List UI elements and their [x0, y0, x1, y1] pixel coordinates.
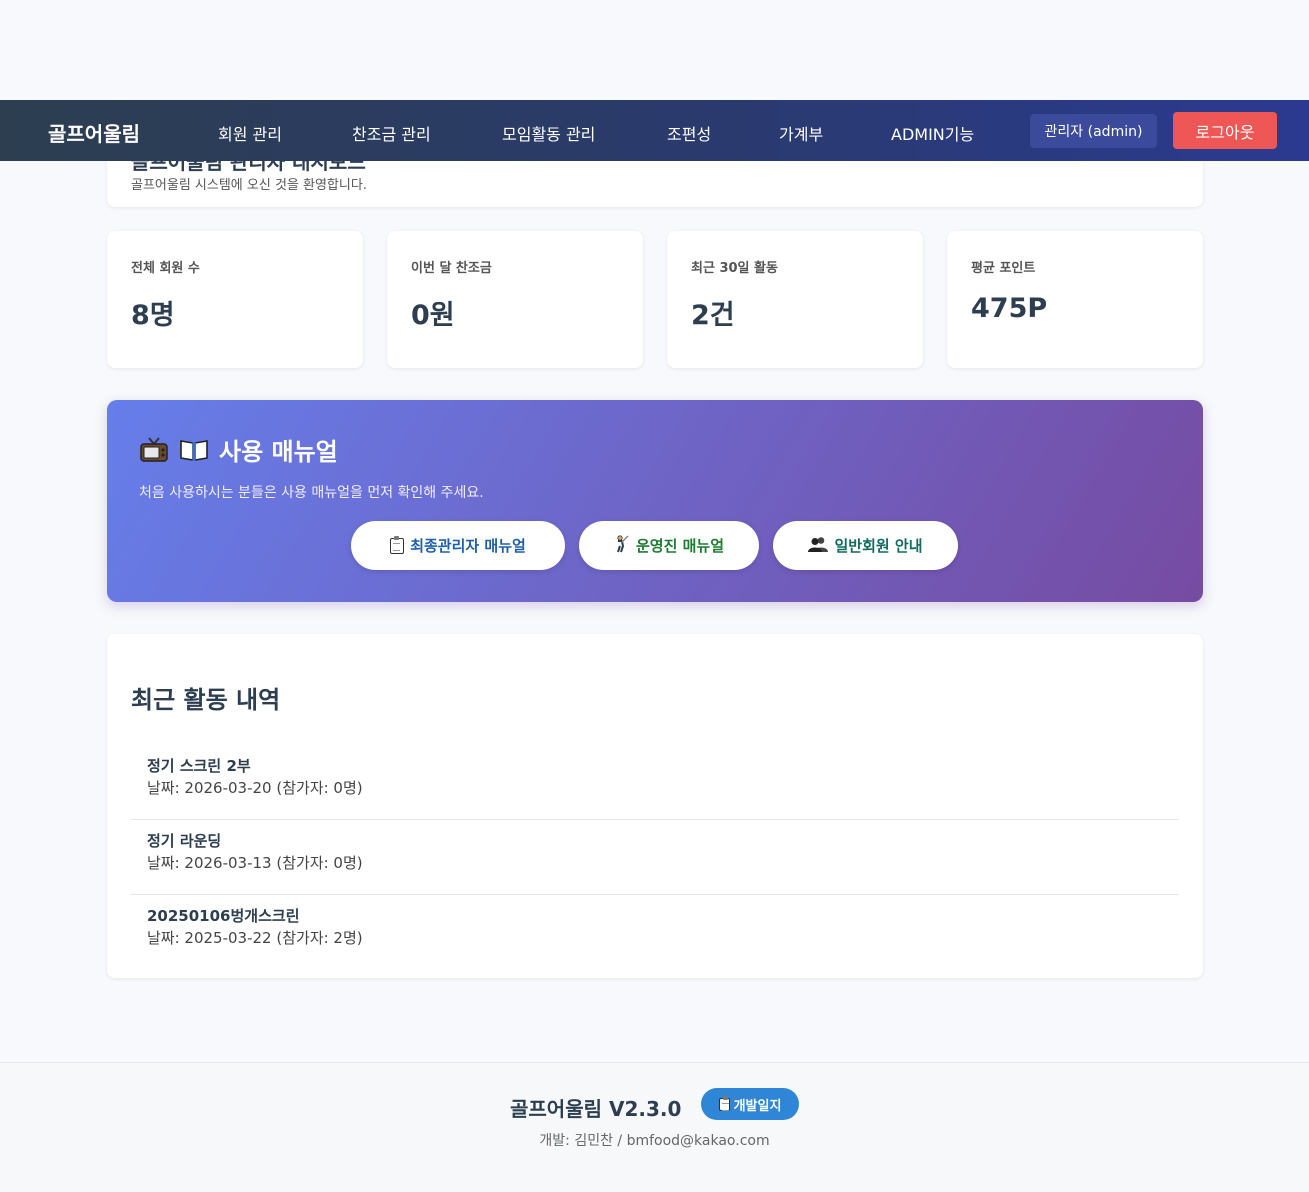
recent-activity-title: 최근 활동 내역	[131, 686, 281, 714]
stat-card-activities: 최근 30일 활동 2건	[667, 231, 923, 368]
activity-date: 날짜: 2025-03-22 (참가자: 2명)	[147, 929, 363, 947]
stat-card-points: 평균 포인트 475P	[947, 231, 1203, 368]
stat-card-sponsorship: 이번 달 찬조금 0원	[387, 231, 643, 368]
stat-value: 475P	[971, 293, 1048, 324]
list-item[interactable]: 정기 라운딩 날짜: 2026-03-13 (참가자: 0명)	[131, 820, 1179, 895]
clipboard-icon	[390, 535, 405, 554]
admin-manual-button[interactable]: 최종관리자 매뉴얼	[351, 521, 565, 570]
activity-name: 20250106벙개스크린	[147, 907, 300, 925]
user-badge: 관리자 (admin)	[1030, 114, 1157, 148]
manual-title: 사용 매뉴얼	[219, 438, 338, 466]
activity-name: 정기 스크린 2부	[147, 757, 251, 775]
devlog-button[interactable]: 개발일지	[701, 1088, 799, 1120]
devlog-label: 개발일지	[733, 1098, 782, 1114]
stat-value: 2건	[691, 300, 735, 331]
list-item[interactable]: 정기 스크린 2부 날짜: 2026-03-20 (참가자: 0명)	[131, 745, 1179, 820]
welcome-subtitle: 골프어울림 시스템에 오신 것을 환영합니다.	[131, 178, 367, 193]
activity-date: 날짜: 2026-03-13 (참가자: 0명)	[147, 854, 363, 872]
stat-label: 평균 포인트	[971, 261, 1036, 276]
staff-manual-button[interactable]: 운영진 매뉴얼	[579, 521, 759, 570]
nav-item-grouping[interactable]: 조편성	[667, 121, 711, 145]
footer: 골프어울림 V2.3.0 개발일지 개발: 김민찬 / bmfood@kakao…	[0, 1062, 1309, 1192]
footer-brand: 골프어울림 V2.3.0	[510, 1097, 682, 1121]
nav-item-activities[interactable]: 모임활동 관리	[502, 121, 595, 145]
manual-description: 처음 사용하시는 분들은 사용 매뉴얼을 먼저 확인해 주세요.	[139, 485, 484, 501]
person-golfing-icon	[614, 534, 630, 557]
admin-manual-label: 최종관리자 매뉴얼	[410, 537, 526, 555]
stat-card-members: 전체 회원 수 8명	[107, 231, 363, 368]
staff-manual-label: 운영진 매뉴얼	[635, 537, 725, 555]
stat-value: 8명	[131, 300, 175, 331]
nav-item-members[interactable]: 회원 관리	[218, 121, 282, 145]
tv-icon	[139, 436, 169, 464]
stat-value: 0원	[411, 300, 455, 331]
recent-activity-card: 최근 활동 내역 정기 스크린 2부 날짜: 2026-03-20 (참가자: …	[107, 634, 1203, 978]
manual-title-row: 사용 매뉴얼	[139, 432, 338, 467]
nav-item-sponsorship[interactable]: 찬조금 관리	[352, 121, 431, 145]
brand-logo[interactable]: 골프어울림	[48, 118, 140, 147]
activity-date: 날짜: 2026-03-20 (참가자: 0명)	[147, 779, 363, 797]
footer-credit: 개발: 김민찬 / bmfood@kakao.com	[539, 1133, 770, 1149]
stat-label: 전체 회원 수	[131, 261, 200, 276]
member-guide-button[interactable]: 일반회원 안내	[773, 521, 958, 570]
top-navbar: 골프어울림 회원 관리 찬조금 관리 모임활동 관리 조편성 가계부 ADMIN…	[0, 100, 1309, 161]
stat-label: 이번 달 찬조금	[411, 261, 492, 276]
clipboard-icon	[718, 1095, 730, 1111]
manual-banner: 사용 매뉴얼 처음 사용하시는 분들은 사용 매뉴얼을 먼저 확인해 주세요. …	[107, 400, 1203, 602]
nav-item-admin[interactable]: ADMIN기능	[891, 121, 974, 145]
nav-item-ledger[interactable]: 가계부	[779, 121, 823, 145]
list-item[interactable]: 20250106벙개스크린 날짜: 2025-03-22 (참가자: 2명)	[131, 895, 1179, 970]
stat-label: 최근 30일 활동	[691, 261, 778, 276]
logout-button[interactable]: 로그아웃	[1173, 112, 1277, 149]
activity-name: 정기 라운딩	[147, 832, 222, 850]
book-icon	[179, 436, 209, 464]
users-icon	[808, 536, 829, 556]
member-guide-label: 일반회원 안내	[834, 537, 923, 555]
